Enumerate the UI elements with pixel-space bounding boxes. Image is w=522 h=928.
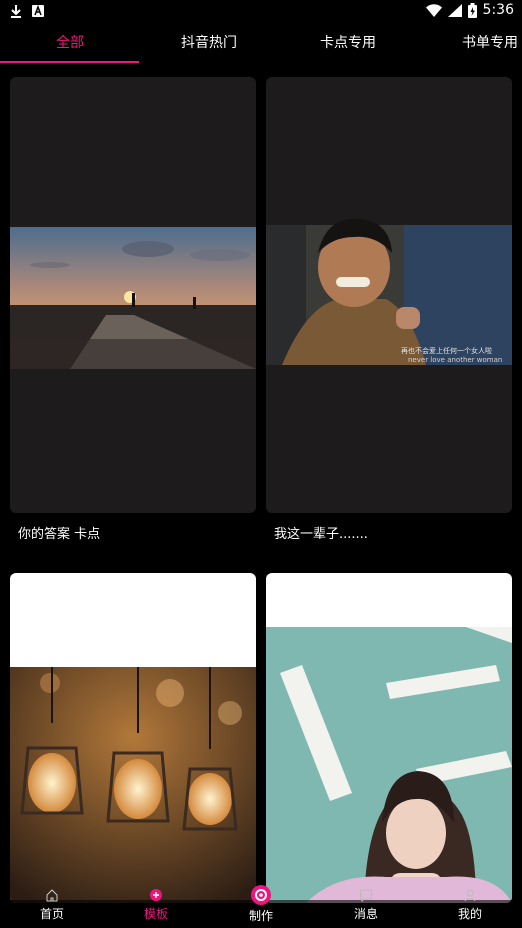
nav-profile-label: 我的 — [457, 907, 482, 921]
template-card[interactable] — [10, 573, 256, 903]
nav-create[interactable]: 制作 — [231, 856, 291, 928]
status-time: 5:36 — [482, 2, 514, 18]
template-thumbnail — [10, 667, 256, 903]
template-title: 你的答案 卡点 — [18, 527, 101, 542]
create-icon — [251, 885, 271, 905]
video-subtitle-en: never love another woman — [408, 356, 502, 364]
profile-icon — [464, 889, 476, 902]
message-icon — [360, 889, 372, 902]
template-thumbnail — [10, 227, 256, 369]
tab-beat-sync[interactable]: 卡点专用 — [320, 34, 376, 58]
download-icon — [10, 4, 22, 18]
nav-profile[interactable]: 我的 — [440, 884, 500, 928]
template-card[interactable] — [266, 573, 512, 903]
battery-icon — [467, 2, 477, 18]
notification-app-icon — [32, 5, 44, 17]
status-bar: 5:36 — [0, 0, 522, 24]
nav-home[interactable]: 首页 — [22, 884, 82, 928]
active-tab-indicator — [0, 61, 139, 63]
bottom-navigation: 首页 模板 制作 消息 我的 — [0, 885, 522, 928]
video-subtitle-cn: 再也不会爱上任何一个女人啦 — [401, 346, 492, 355]
tab-all[interactable]: 全部 — [56, 34, 84, 58]
template-card[interactable] — [10, 77, 256, 513]
nav-home-label: 首页 — [39, 907, 64, 921]
signal-icon — [447, 3, 462, 17]
template-thumbnail — [266, 627, 512, 903]
template-card[interactable]: 再也不会爱上任何一个女人啦 never love another woman — [266, 77, 512, 513]
nav-messages-label: 消息 — [353, 907, 378, 921]
nav-template[interactable]: 模板 — [126, 884, 186, 928]
wifi-icon — [425, 3, 442, 17]
tab-douyin-hot[interactable]: 抖音热门 — [181, 34, 237, 58]
template-title: 我这一辈子....... — [274, 527, 368, 542]
template-icon — [150, 889, 162, 901]
category-tabs: 全部 抖音热门 卡点专用 书单专用 — [0, 28, 522, 64]
template-thumbnail: 再也不会爱上任何一个女人啦 never love another woman — [266, 218, 512, 365]
nav-template-label: 模板 — [143, 907, 168, 921]
nav-messages[interactable]: 消息 — [336, 884, 396, 928]
tab-booklist[interactable]: 书单专用 — [462, 34, 518, 58]
nav-create-label: 制作 — [248, 909, 273, 923]
home-icon — [46, 889, 58, 902]
